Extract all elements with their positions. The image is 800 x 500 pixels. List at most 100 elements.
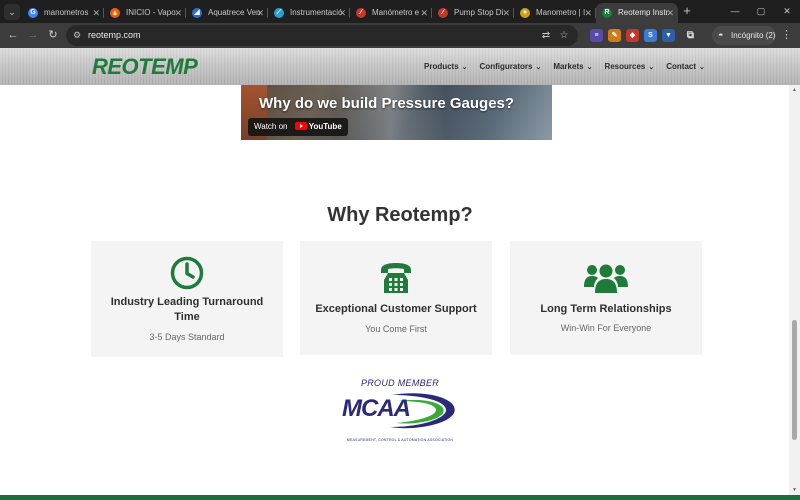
feature-card-turnaround: Industry Leading Turnaround Time 3-5 Day… bbox=[91, 241, 283, 357]
tab-title: Instrumentació bbox=[290, 8, 343, 17]
tab-close-icon[interactable]: ✕ bbox=[666, 3, 674, 23]
gauge-shop-icon: ● bbox=[520, 8, 530, 18]
browser-tab[interactable]: ∕ Pump Stop Di ✕ bbox=[432, 3, 514, 23]
profile-label: Incógnito (2) bbox=[731, 31, 776, 40]
bookmark-star-icon[interactable]: ☆ bbox=[558, 30, 570, 42]
logo-text: REOTEMP bbox=[92, 54, 198, 78]
extension-icon[interactable]: S bbox=[644, 29, 657, 42]
close-window-icon[interactable]: ✕ bbox=[774, 0, 800, 23]
page-scrollbar[interactable]: ▲ ▼ bbox=[789, 85, 800, 495]
reotemp-logo-mark: REOTEMP bbox=[92, 54, 199, 78]
tab-close-icon[interactable]: ✕ bbox=[502, 3, 510, 23]
instrument-icon: ⟋ bbox=[274, 8, 284, 18]
tab-close-icon[interactable]: ✕ bbox=[92, 3, 100, 23]
mcaa-full-name: MEASUREMENT, CONTROL & AUTOMATION ASSOCI… bbox=[346, 438, 454, 442]
reotemp-icon: R bbox=[602, 8, 612, 18]
nav-item-label: Products bbox=[424, 62, 459, 71]
tab-close-icon[interactable]: ✕ bbox=[256, 3, 264, 23]
browser-tab[interactable]: ● Manometro | I ✕ bbox=[514, 3, 596, 23]
video-title: Why do we build Pressure Gauges? bbox=[259, 95, 515, 112]
browser-toolbar: ← → ↻ ⚙ reotemp.com ⇄ ☆ ≡ ✎ ◆ S ▼ ⧉ ◓ In… bbox=[0, 23, 800, 48]
extension-icon[interactable]: ✎ bbox=[608, 29, 621, 42]
incognito-profile-button[interactable]: ◓ Incógnito (2) bbox=[712, 26, 776, 45]
nav-item-contact[interactable]: Contact ⌄ bbox=[666, 62, 705, 73]
url-text[interactable]: reotemp.com bbox=[88, 25, 141, 46]
tab-title: INICIO - Vapo bbox=[126, 8, 176, 17]
section-title: Why Reotemp? bbox=[327, 204, 473, 226]
watch-on-youtube-button[interactable]: Watch on YouTube bbox=[248, 118, 348, 136]
tab-title: manometros bbox=[44, 8, 89, 17]
google-icon: G bbox=[28, 8, 38, 18]
chevron-down-icon: ⌄ bbox=[586, 64, 593, 71]
extension-icon[interactable]: ◆ bbox=[626, 29, 639, 42]
mcaa-logo: MCAA bbox=[342, 391, 460, 431]
mcaa-wordmark: MCAA bbox=[342, 395, 411, 422]
reload-button[interactable]: ↻ bbox=[45, 27, 61, 43]
youtube-logo: YouTube bbox=[294, 118, 342, 136]
nav-item-resources[interactable]: Resources ⌄ bbox=[604, 62, 654, 73]
extension-icon[interactable]: ▼ bbox=[662, 29, 675, 42]
tab-title: Reotemp Instr bbox=[618, 8, 669, 17]
chevron-down-icon: ⌄ bbox=[699, 64, 705, 71]
back-button[interactable]: ← bbox=[5, 27, 21, 43]
main-nav: Products ⌄ Configurators ⌄ Markets ⌄ Resources… bbox=[424, 62, 717, 73]
pump-site-icon: ∕ bbox=[438, 8, 448, 18]
nav-item-products[interactable]: Products ⌄ bbox=[424, 62, 468, 73]
scroll-up-icon[interactable]: ▲ bbox=[791, 87, 798, 93]
feature-title: Industry Leading Turnaround Time bbox=[110, 296, 264, 323]
footer-top-edge bbox=[0, 495, 800, 500]
tab-close-icon[interactable]: ✕ bbox=[420, 3, 428, 23]
clock-icon bbox=[91, 256, 283, 290]
feature-subtitle: You Come First bbox=[365, 324, 427, 334]
nav-item-label: Resources bbox=[604, 62, 646, 71]
nav-item-label: Markets bbox=[553, 62, 584, 71]
puzzle-icon[interactable]: ⧉ bbox=[684, 29, 697, 42]
nav-item-markets[interactable]: Markets ⌄ bbox=[553, 62, 592, 73]
nav-item-label: Contact bbox=[666, 62, 697, 71]
flame-icon: 🔥 bbox=[110, 8, 120, 18]
youtube-wordmark: YouTube bbox=[308, 122, 342, 131]
youtube-play-icon bbox=[294, 122, 307, 130]
nav-item-configurators[interactable]: Configurators ⌄ bbox=[480, 62, 542, 73]
scroll-down-icon[interactable]: ▼ bbox=[791, 487, 798, 493]
browser-tab-strip: ⌄ Gmanometros ✕ 🔥 INICIO - Vapo ✕ ◢ Aquatrece … bbox=[0, 0, 800, 23]
tab-search-menu-button[interactable]: ⌄ bbox=[4, 4, 20, 20]
address-bar[interactable]: ⚙ reotemp.com ⇄ ☆ bbox=[66, 25, 578, 46]
youtube-video-embed[interactable]: Why do we build Pressure Gauges? Watch o… bbox=[241, 85, 552, 140]
chevron-down-icon: ⌄ bbox=[461, 64, 468, 71]
translate-icon[interactable]: ⇄ bbox=[540, 30, 552, 42]
feature-title: Exceptional Customer Support bbox=[315, 303, 477, 315]
browser-menu-icon[interactable]: ⋮ bbox=[781, 28, 792, 42]
mcaa-member-badge[interactable]: PROUD MEMBER MCAA MEASUREMENT, CONTROL &… bbox=[338, 378, 462, 448]
browser-tab[interactable]: ◢ Aquatrece Ven ✕ bbox=[186, 3, 268, 23]
tab-title: Manómetro e bbox=[372, 8, 420, 17]
browser-tab[interactable]: Gmanometros ✕ bbox=[22, 3, 104, 23]
new-tab-button[interactable]: + bbox=[680, 3, 694, 19]
tab-close-icon[interactable]: ✕ bbox=[584, 3, 592, 23]
aquatrece-icon: ◢ bbox=[192, 8, 202, 18]
maximize-icon[interactable]: ▢ bbox=[748, 0, 774, 23]
tab-close-icon[interactable]: ✕ bbox=[338, 3, 346, 23]
browser-tab[interactable]: ⟋ Instrumentació ✕ bbox=[268, 3, 350, 23]
nav-item-label: Configurators bbox=[479, 62, 533, 71]
feature-subtitle: 3-5 Days Standard bbox=[149, 332, 225, 342]
feature-card-relationships: Long Term Relationships Win-Win For Ever… bbox=[510, 241, 702, 355]
browser-tab[interactable]: R Reotemp Instr ✕ bbox=[596, 3, 678, 23]
feature-subtitle: Win-Win For Everyone bbox=[560, 323, 652, 333]
chevron-down-icon: ⌄ bbox=[535, 64, 542, 71]
site-header: REOTEMP Products ⌄ Configurators ⌄ Markets ⌄ R… bbox=[0, 48, 800, 85]
users-group-icon bbox=[510, 263, 702, 293]
gauge-site-icon: ∕ bbox=[356, 8, 366, 18]
tab-close-icon[interactable]: ✕ bbox=[174, 3, 182, 23]
feature-title: Long Term Relationships bbox=[540, 303, 672, 315]
scrollbar-thumb[interactable] bbox=[792, 320, 797, 440]
forward-button[interactable]: → bbox=[25, 27, 41, 43]
site-info-icon[interactable]: ⚙ bbox=[73, 30, 85, 41]
proud-member-label: PROUD MEMBER bbox=[360, 378, 440, 388]
extension-icon[interactable]: ≡ bbox=[590, 29, 603, 42]
reotemp-logo[interactable]: REOTEMP bbox=[92, 54, 216, 78]
browser-tab[interactable]: ∕ Manómetro e ✕ bbox=[350, 3, 432, 23]
incognito-icon: ◓ bbox=[718, 30, 724, 40]
minimize-icon[interactable]: — bbox=[722, 0, 748, 23]
browser-tab[interactable]: 🔥 INICIO - Vapo ✕ bbox=[104, 3, 186, 23]
